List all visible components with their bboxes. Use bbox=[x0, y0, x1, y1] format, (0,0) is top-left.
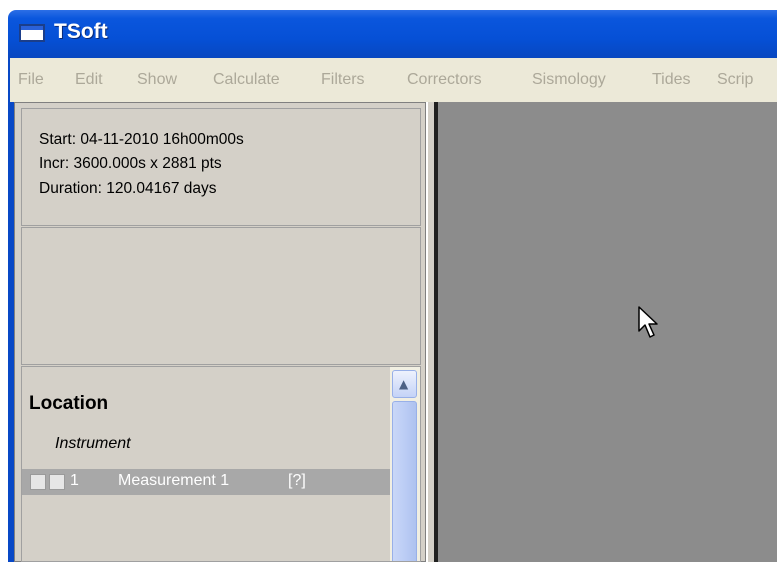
menu-edit[interactable]: Edit bbox=[75, 71, 103, 89]
channel-panel: Start: 04-11-2010 16h00m00s Incr: 3600.0… bbox=[14, 102, 426, 562]
chevron-up-icon: ▲ bbox=[399, 377, 409, 391]
menu-sismology[interactable]: Sismology bbox=[532, 71, 606, 89]
scroll-up-button[interactable]: ▲ bbox=[392, 370, 417, 398]
channel-name: Measurement 1 bbox=[118, 472, 230, 489]
tsoft-window: TSoft File Edit Show Calculate Filters C… bbox=[0, 0, 777, 562]
channel-list: Location Instrument 1 Measurement 1 [?] … bbox=[21, 366, 421, 562]
channel-row[interactable]: 1 Measurement 1 [?] bbox=[22, 469, 390, 495]
menu-scripts[interactable]: Scrip bbox=[717, 71, 753, 89]
menu-show[interactable]: Show bbox=[137, 71, 177, 89]
channel-unit: [?] bbox=[288, 472, 306, 489]
scrollbar-thumb[interactable] bbox=[392, 401, 417, 561]
location-heading: Location bbox=[29, 393, 109, 414]
menu-calculate[interactable]: Calculate bbox=[213, 71, 280, 89]
instrument-label: Instrument bbox=[55, 435, 131, 452]
duration-text: Duration: 120.04167 days bbox=[39, 180, 217, 197]
series-info-panel: Start: 04-11-2010 16h00m00s Incr: 3600.0… bbox=[21, 108, 421, 226]
menu-bar: File Edit Show Calculate Filters Correct… bbox=[8, 58, 777, 102]
list-vertical-scrollbar[interactable]: ▲ bbox=[390, 367, 420, 561]
blank-info-panel bbox=[21, 227, 421, 365]
mouse-cursor-icon bbox=[638, 306, 658, 338]
menu-file[interactable]: File bbox=[18, 71, 44, 89]
channel-number: 1 bbox=[70, 472, 79, 489]
splitter-highlight bbox=[426, 102, 428, 562]
menu-correctors[interactable]: Correctors bbox=[407, 71, 482, 89]
title-bar[interactable]: TSoft bbox=[8, 10, 777, 58]
channel-visible-checkbox[interactable] bbox=[30, 474, 46, 490]
window-title: TSoft bbox=[54, 20, 108, 43]
channel-select-checkbox[interactable] bbox=[49, 474, 65, 490]
menu-filters[interactable]: Filters bbox=[321, 71, 365, 89]
start-time-text: Start: 04-11-2010 16h00m00s bbox=[39, 131, 244, 148]
menu-tides[interactable]: Tides bbox=[652, 71, 691, 89]
increment-text: Incr: 3600.000s x 2881 pts bbox=[39, 155, 222, 172]
app-window-icon bbox=[19, 24, 45, 42]
plot-area[interactable] bbox=[438, 102, 777, 562]
pane-splitter[interactable] bbox=[426, 102, 438, 562]
